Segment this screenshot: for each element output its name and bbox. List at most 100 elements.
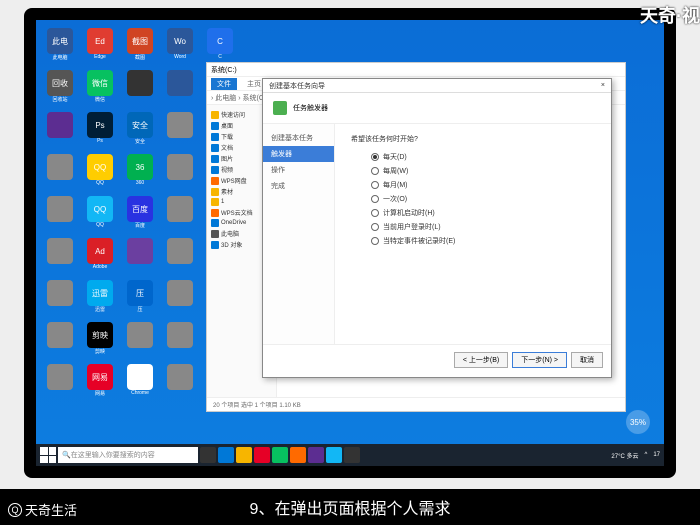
desktop-icon[interactable]: PsPs bbox=[84, 112, 116, 150]
radio-icon[interactable] bbox=[371, 167, 379, 175]
desktop-icon[interactable] bbox=[44, 322, 76, 360]
option-label: 当特定事件被记录时(E) bbox=[383, 236, 455, 246]
wizard-header-text: 任务触发器 bbox=[293, 105, 328, 112]
option-label: 当前用户登录时(L) bbox=[383, 222, 441, 232]
desktop-icon[interactable]: 回收回收站 bbox=[44, 70, 76, 108]
next-button[interactable]: 下一步(N) > bbox=[512, 352, 567, 368]
desktop-icon[interactable]: AdAdobe bbox=[84, 238, 116, 276]
wizard-nav-item[interactable]: 触发器 bbox=[263, 146, 334, 162]
taskbar-search[interactable]: 🔍 在这里输入你要搜索的内容 bbox=[58, 447, 198, 463]
watermark-top-right: 天奇·视 bbox=[640, 2, 700, 28]
option-label: 每周(W) bbox=[383, 166, 408, 176]
wizard-nav-item[interactable]: 操作 bbox=[263, 162, 334, 178]
desktop-icon[interactable] bbox=[164, 70, 196, 108]
cancel-button[interactable]: 取消 bbox=[571, 352, 603, 368]
desktop-icon[interactable] bbox=[164, 112, 196, 150]
trigger-option[interactable]: 计算机启动时(H) bbox=[351, 208, 595, 218]
desktop-icon[interactable]: 此电此电脑 bbox=[44, 28, 76, 66]
radio-icon[interactable] bbox=[371, 195, 379, 203]
explorer-title-text: 系统(C:) bbox=[211, 65, 237, 75]
tray-chevron-icon[interactable]: ^ bbox=[644, 452, 647, 458]
desktop-icon[interactable]: CC bbox=[204, 28, 236, 66]
ribbon-home-tab[interactable]: 主页 bbox=[247, 79, 261, 89]
desktop-icon[interactable] bbox=[164, 322, 196, 360]
desktop-icon[interactable] bbox=[44, 280, 76, 318]
desktop-icon[interactable] bbox=[44, 112, 76, 150]
app3-icon[interactable] bbox=[326, 447, 342, 463]
explorer-titlebar[interactable]: 系统(C:) bbox=[207, 63, 625, 77]
watermark-bottom-text: 天奇生活 bbox=[25, 500, 77, 519]
trigger-option[interactable]: 当前用户登录时(L) bbox=[351, 222, 595, 232]
desktop-icon[interactable] bbox=[124, 238, 156, 276]
taskbar-tray[interactable]: 27°C 多云 ^ 17 bbox=[611, 451, 660, 460]
trigger-option[interactable]: 当特定事件被记录时(E) bbox=[351, 236, 595, 246]
watermark-logo-icon: Q bbox=[8, 503, 22, 517]
explorer-icon[interactable] bbox=[236, 447, 252, 463]
desktop-icon[interactable]: 安全安全 bbox=[124, 112, 156, 150]
wizard-question: 希望该任务何时开始? bbox=[351, 134, 595, 144]
desktop-icon[interactable] bbox=[44, 196, 76, 234]
option-label: 计算机启动时(H) bbox=[383, 208, 435, 218]
wechat-icon[interactable] bbox=[272, 447, 288, 463]
desktop-icon[interactable]: 网易网易 bbox=[84, 364, 116, 402]
desktop-icon[interactable]: 迅雷迅雷 bbox=[84, 280, 116, 318]
app2-icon[interactable] bbox=[308, 447, 324, 463]
task-view-icon[interactable] bbox=[200, 447, 216, 463]
clock-time[interactable]: 17 bbox=[653, 452, 660, 458]
desktop-icon[interactable]: WoWord bbox=[164, 28, 196, 66]
wizard-header-icon bbox=[273, 101, 287, 115]
desktop-icon[interactable] bbox=[44, 364, 76, 402]
desktop-icon[interactable]: 微信微信 bbox=[84, 70, 116, 108]
back-button[interactable]: < 上一步(B) bbox=[454, 352, 508, 368]
desktop-icon[interactable] bbox=[164, 238, 196, 276]
desktop-icon[interactable] bbox=[164, 280, 196, 318]
radio-icon[interactable] bbox=[371, 223, 379, 231]
ribbon-file-tab[interactable]: 文件 bbox=[211, 78, 237, 90]
progress-badge: 35% bbox=[626, 410, 650, 434]
desktop-icon[interactable] bbox=[164, 364, 196, 402]
desktop-icon[interactable] bbox=[44, 238, 76, 276]
trigger-option[interactable]: 一次(O) bbox=[351, 194, 595, 204]
close-icon[interactable]: × bbox=[601, 82, 605, 89]
desktop-icon[interactable]: QQQQ bbox=[84, 196, 116, 234]
wps-icon[interactable] bbox=[290, 447, 306, 463]
desktop-icon[interactable] bbox=[44, 154, 76, 192]
wizard-title-text: 创建基本任务向导 bbox=[269, 81, 325, 91]
option-label: 每天(D) bbox=[383, 152, 407, 162]
desktop-icon[interactable]: 百度百度 bbox=[124, 196, 156, 234]
radio-icon[interactable] bbox=[371, 209, 379, 217]
desktop-icon[interactable]: QQQQ bbox=[84, 154, 116, 192]
weather-widget[interactable]: 27°C 多云 bbox=[611, 451, 638, 460]
wizard-titlebar[interactable]: 创建基本任务向导 × bbox=[263, 79, 611, 93]
search-icon: 🔍 bbox=[62, 451, 71, 459]
radio-icon[interactable] bbox=[371, 153, 379, 161]
desktop-icon[interactable]: 36360 bbox=[124, 154, 156, 192]
radio-icon[interactable] bbox=[371, 181, 379, 189]
task-wizard-dialog: 创建基本任务向导 × 任务触发器 创建基本任务触发器操作完成 希望该任务何时开始… bbox=[262, 78, 612, 378]
edge-icon[interactable] bbox=[218, 447, 234, 463]
monitor-frame: 此电此电脑EdEdge截图截图WoWordCC 回收回收站微信微信 PsPs安全安全… bbox=[24, 8, 676, 478]
video-caption: 9、在弹出页面根据个人需求 bbox=[0, 489, 700, 525]
desktop-icon[interactable] bbox=[164, 196, 196, 234]
desktop-icon[interactable]: 截图截图 bbox=[124, 28, 156, 66]
desktop-icon[interactable]: ChChrome bbox=[124, 364, 156, 402]
app-icon[interactable] bbox=[254, 447, 270, 463]
radio-icon[interactable] bbox=[371, 237, 379, 245]
desktop-icon[interactable]: 压压 bbox=[124, 280, 156, 318]
desktop-icon[interactable]: EdEdge bbox=[84, 28, 116, 66]
desktop-screen: 此电此电脑EdEdge截图截图WoWordCC 回收回收站微信微信 PsPs安全安全… bbox=[36, 20, 664, 466]
trigger-option[interactable]: 每月(M) bbox=[351, 180, 595, 190]
trigger-option[interactable]: 每天(D) bbox=[351, 152, 595, 162]
app4-icon[interactable] bbox=[344, 447, 360, 463]
wizard-nav-item[interactable]: 创建基本任务 bbox=[263, 130, 334, 146]
wizard-nav-item[interactable]: 完成 bbox=[263, 178, 334, 194]
trigger-option[interactable]: 每周(W) bbox=[351, 166, 595, 176]
desktop-icon[interactable]: 剪映剪映 bbox=[84, 322, 116, 360]
wizard-header: 任务触发器 bbox=[263, 93, 611, 124]
search-placeholder: 在这里输入你要搜索的内容 bbox=[71, 450, 155, 460]
desktop-icon[interactable] bbox=[124, 322, 156, 360]
desktop-icon[interactable] bbox=[164, 154, 196, 192]
desktop-icon[interactable] bbox=[124, 70, 156, 108]
start-button[interactable] bbox=[40, 447, 56, 463]
option-label: 一次(O) bbox=[383, 194, 407, 204]
